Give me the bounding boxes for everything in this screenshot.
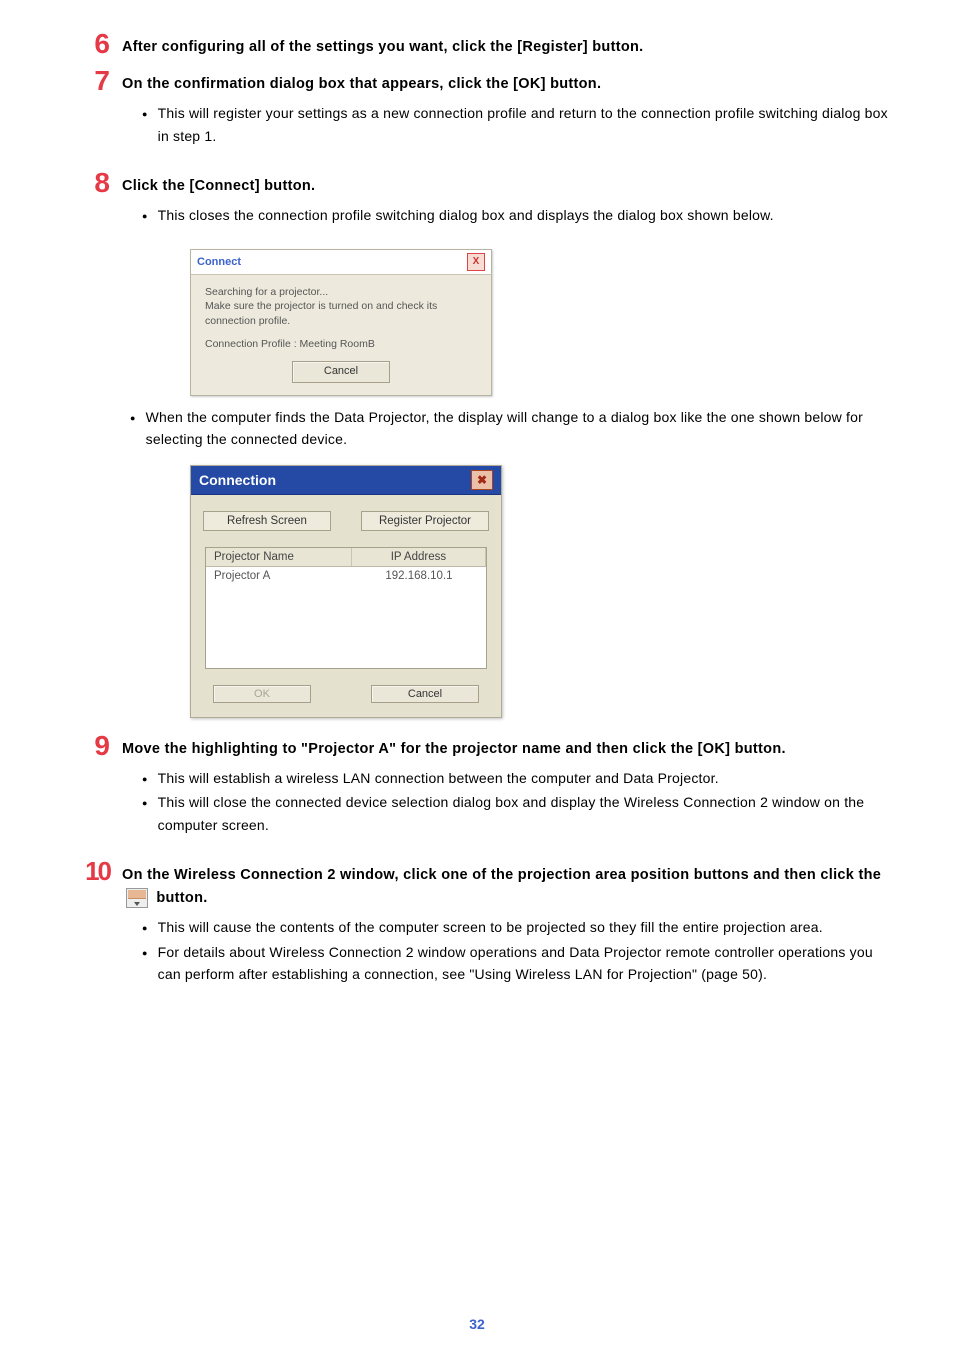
connect-dialog: Connect X Searching for a projector... M… (190, 249, 492, 396)
projection-full-icon (126, 888, 148, 908)
step-title: On the Wireless Connection 2 window, cli… (122, 858, 894, 910)
step-number: 7 (60, 67, 122, 95)
step-8: 8 Click the [Connect] button. This close… (60, 169, 894, 241)
step-number: 9 (60, 732, 122, 760)
bullet-text: When the computer finds the Data Project… (110, 406, 894, 451)
bullet-text: This will close the connected device sel… (122, 791, 894, 836)
step-number: 10 (60, 858, 122, 884)
step-number: 8 (60, 169, 122, 197)
step-title: Click the [Connect] button. (122, 169, 894, 198)
step-title: Move the highlighting to "Projector A" f… (122, 732, 894, 761)
step-9: 9 Move the highlighting to "Projector A"… (60, 732, 894, 850)
table-header: Projector Name IP Address (206, 548, 486, 567)
dialog-body: Refresh Screen Register Projector Projec… (191, 495, 501, 717)
status-line: Searching for a projector... (205, 285, 477, 300)
step-title: On the confirmation dialog box that appe… (122, 67, 894, 96)
dialog-titlebar: Connect X (191, 250, 491, 275)
bullet-text: This will cause the contents of the comp… (122, 916, 894, 938)
cancel-button[interactable]: Cancel (292, 361, 390, 382)
step-title: After configuring all of the settings yo… (122, 30, 894, 59)
bullet-text: This closes the connection profile switc… (122, 204, 894, 226)
col-projector-name: Projector Name (206, 548, 352, 566)
table-row[interactable]: Projector A 192.168.10.1 (206, 567, 486, 585)
close-icon[interactable] (471, 470, 493, 490)
connection-dialog: Connection Refresh Screen Register Proje… (190, 465, 502, 718)
title-part-a: On the Wireless Connection 2 window, cli… (122, 867, 881, 883)
step-body: On the Wireless Connection 2 window, cli… (122, 858, 894, 1000)
step-10: 10 On the Wireless Connection 2 window, … (60, 858, 894, 1000)
register-projector-button[interactable]: Register Projector (361, 511, 489, 531)
step-number: 6 (60, 30, 122, 58)
step-body: After configuring all of the settings yo… (122, 30, 894, 59)
step-body: On the confirmation dialog box that appe… (122, 67, 894, 161)
dialog-titlebar: Connection (191, 466, 501, 495)
page-number: 32 (0, 1316, 954, 1332)
step-body: Click the [Connect] button. This closes … (122, 169, 894, 241)
dialog-title: Connect (197, 256, 241, 268)
dialog-body: Searching for a projector... Make sure t… (191, 275, 491, 395)
ok-button[interactable]: OK (213, 685, 311, 703)
bullet-text: For details about Wireless Connection 2 … (122, 941, 894, 986)
refresh-button[interactable]: Refresh Screen (203, 511, 331, 531)
profile-line: Connection Profile : Meeting RoomB (205, 337, 477, 352)
bullet-text: This will register your settings as a ne… (122, 102, 894, 147)
cell-ip-address: 192.168.10.1 (352, 567, 486, 585)
cell-projector-name: Projector A (206, 567, 352, 585)
status-line: Make sure the projector is turned on and… (205, 299, 477, 328)
col-ip-address: IP Address (352, 548, 486, 566)
close-icon[interactable]: X (467, 253, 485, 271)
step-body: Move the highlighting to "Projector A" f… (122, 732, 894, 850)
title-part-b: button. (156, 890, 207, 906)
bullet-text: This will establish a wireless LAN conne… (122, 767, 894, 789)
step-6: 6 After configuring all of the settings … (60, 30, 894, 59)
step-7: 7 On the confirmation dialog box that ap… (60, 67, 894, 161)
projector-table: Projector Name IP Address Projector A 19… (205, 547, 487, 669)
cancel-button[interactable]: Cancel (371, 685, 479, 703)
dialog-title: Connection (199, 472, 276, 488)
